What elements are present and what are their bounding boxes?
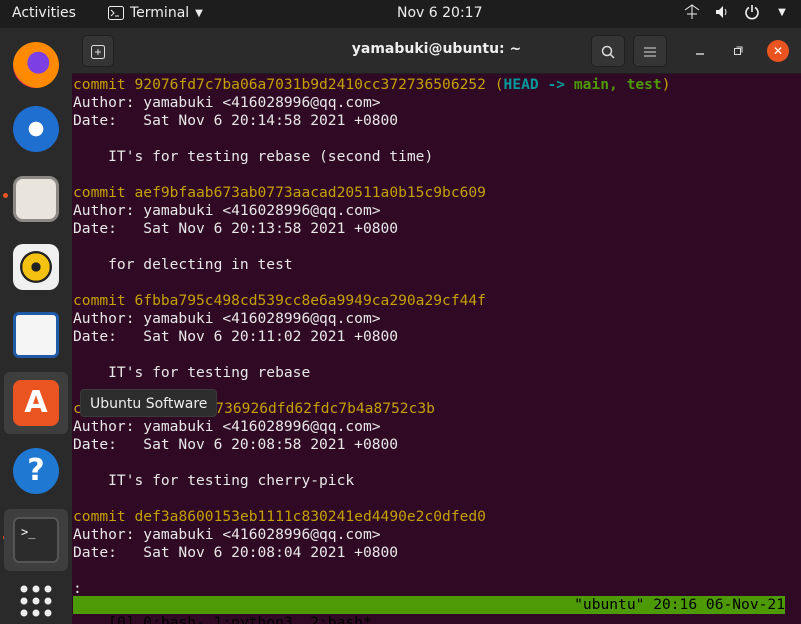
terminal-icon bbox=[108, 6, 124, 20]
ubuntu-software-icon: A bbox=[13, 380, 59, 426]
search-button[interactable] bbox=[591, 35, 625, 67]
log-message-line: IT's for testing rebase (second time) bbox=[73, 148, 434, 165]
close-button[interactable]: ✕ bbox=[767, 40, 789, 62]
log-date-line: Date: Sat Nov 6 20:08:04 2021 +0800 bbox=[73, 544, 399, 561]
log-date-line: Date: Sat Nov 6 20:14:58 2021 +0800 bbox=[73, 112, 399, 129]
log-commit-line: commit 92076fd7c7ba06a7031b9d2410cc37273… bbox=[73, 76, 671, 93]
top-bar: Activities Terminal ▼ Nov 6 20:17 ▼ bbox=[0, 0, 801, 28]
dock-files[interactable] bbox=[4, 168, 68, 230]
app-menu-label: Terminal bbox=[130, 5, 190, 21]
log-author-line: Author: yamabuki <416028996@qq.com> bbox=[73, 526, 381, 543]
thunderbird-icon bbox=[13, 106, 59, 152]
commit-hash: 6fbba795c498cd539cc8e6a9949ca290a29cf44f bbox=[134, 292, 486, 309]
minimize-button[interactable] bbox=[689, 35, 711, 67]
rhythmbox-icon bbox=[13, 244, 59, 290]
tmux-status-bar: [0] 0:bash- 1:python3 2:bash* "ubuntu" 2… bbox=[73, 596, 785, 624]
close-icon: ✕ bbox=[772, 44, 784, 58]
log-author-line: Author: yamabuki <416028996@qq.com> bbox=[73, 310, 381, 327]
terminal-output[interactable]: commit 92076fd7c7ba06a7031b9d2410cc37273… bbox=[73, 76, 799, 598]
terminal-icon: >_ bbox=[13, 517, 59, 563]
dock-rhythmbox[interactable] bbox=[4, 236, 68, 298]
dock-ubuntu-software[interactable]: A bbox=[4, 372, 68, 434]
log-author-line: Author: yamabuki <416028996@qq.com> bbox=[73, 202, 381, 219]
writer-icon bbox=[13, 312, 59, 358]
log-message-line: IT's for testing cherry-pick bbox=[73, 472, 355, 489]
log-date-line: Date: Sat Nov 6 20:08:58 2021 +0800 bbox=[73, 436, 399, 453]
dock-thunderbird[interactable] bbox=[4, 98, 68, 160]
minimize-icon bbox=[696, 53, 704, 55]
log-message-line: for delecting in test bbox=[73, 256, 293, 273]
log-commit-line: commit 6fbba795c498cd539cc8e6a9949ca290a… bbox=[73, 292, 486, 309]
commit-hash: aef9bfaab673ab0773aacad20511a0b15c9bc609 bbox=[134, 184, 486, 201]
tmux-host-time: "ubuntu" 20:16 06-Nov-21 bbox=[574, 596, 785, 613]
app-grid-icon bbox=[20, 585, 52, 617]
head-ref: HEAD -> bbox=[503, 76, 566, 93]
activities-button[interactable]: Activities bbox=[12, 5, 76, 21]
menu-button[interactable] bbox=[633, 35, 667, 67]
dock-writer[interactable] bbox=[4, 304, 68, 366]
volume-icon bbox=[713, 4, 731, 22]
firefox-icon bbox=[13, 42, 59, 88]
chevron-down-icon: ▼ bbox=[778, 7, 786, 18]
log-author-line: Author: yamabuki <416028996@qq.com> bbox=[73, 94, 381, 111]
log-commit-line: commit aef9bfaab673ab0773aacad20511a0b15… bbox=[73, 184, 486, 201]
branch-refs: main, test bbox=[565, 76, 662, 93]
dock-tooltip: Ubuntu Software bbox=[80, 389, 218, 417]
log-date-line: Date: Sat Nov 6 20:13:58 2021 +0800 bbox=[73, 220, 399, 237]
hamburger-icon bbox=[644, 47, 656, 57]
system-tray[interactable]: ▼ bbox=[683, 4, 791, 22]
commit-hash: 92076fd7c7ba06a7031b9d2410cc372736506252 bbox=[134, 76, 486, 93]
log-date-line: Date: Sat Nov 6 20:11:02 2021 +0800 bbox=[73, 328, 399, 345]
log-commit-line: commit def3a8600153eb1111c830241ed4490e2… bbox=[73, 508, 486, 525]
dock-firefox[interactable] bbox=[4, 34, 68, 96]
maximize-button[interactable] bbox=[727, 35, 749, 67]
app-menu[interactable]: Terminal ▼ bbox=[108, 5, 203, 21]
tmux-windows[interactable]: [0] 0:bash- 1:python3 2:bash* bbox=[108, 614, 372, 624]
commit-hash: def3a8600153eb1111c830241ed4490e2c0dfed0 bbox=[134, 508, 486, 525]
help-icon: ? bbox=[13, 448, 59, 494]
header-bar: yamabuki@ubuntu: ~ ✕ bbox=[72, 28, 801, 74]
restore-icon bbox=[734, 46, 743, 55]
search-icon bbox=[601, 45, 615, 59]
chevron-down-icon: ▼ bbox=[195, 7, 203, 19]
files-icon bbox=[13, 176, 59, 222]
dock-help[interactable]: ? bbox=[4, 440, 68, 502]
power-icon bbox=[743, 4, 761, 22]
log-author-line: Author: yamabuki <416028996@qq.com> bbox=[73, 418, 381, 435]
dock-terminal[interactable]: >_ bbox=[4, 509, 68, 571]
clock[interactable]: Nov 6 20:17 bbox=[397, 5, 482, 21]
network-icon bbox=[683, 4, 701, 22]
show-applications-button[interactable] bbox=[4, 570, 68, 624]
dock: A ? >_ bbox=[0, 28, 72, 624]
log-message-line: IT's for testing rebase bbox=[73, 364, 311, 381]
terminal-window: yamabuki@ubuntu: ~ ✕ commit 92076fd7c7ba… bbox=[72, 28, 801, 624]
